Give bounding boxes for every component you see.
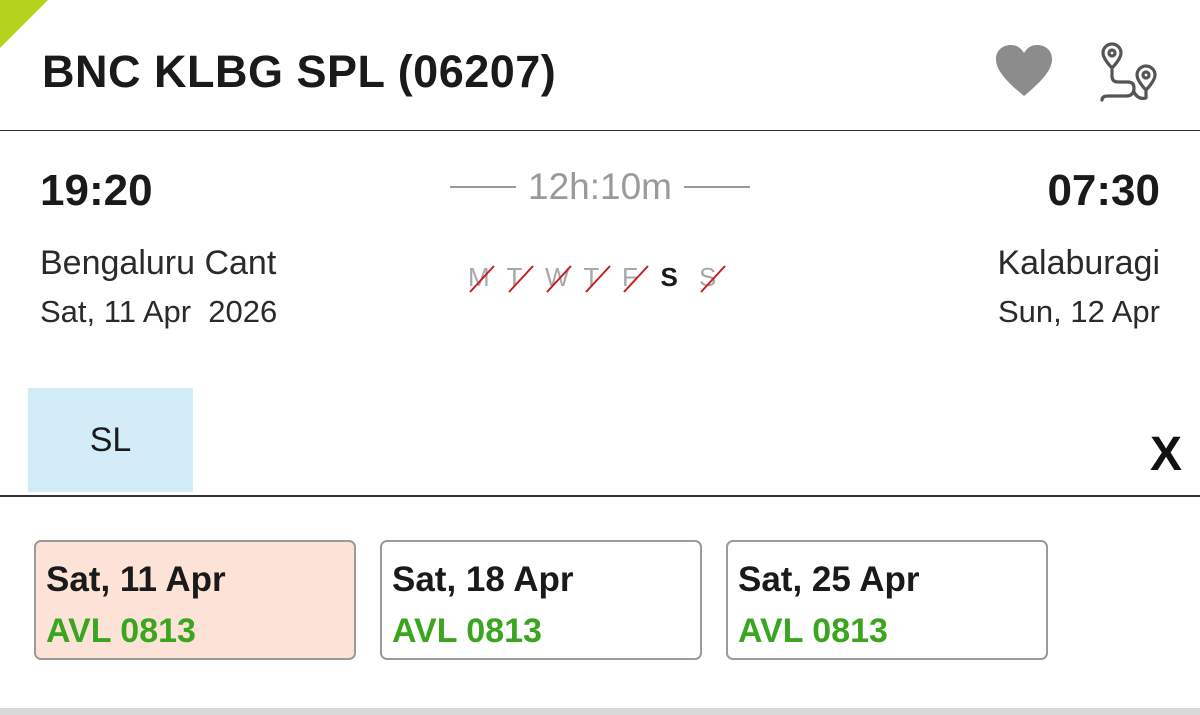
availability-date: Sat, 18 Apr: [392, 560, 574, 599]
availability-status: AVL 0813: [46, 612, 196, 650]
class-tab-sl[interactable]: SL: [28, 388, 193, 492]
departure-time: 19:20: [40, 166, 153, 215]
run-day-5: S: [661, 262, 700, 293]
strike-icon: [584, 265, 611, 293]
availability-status: AVL 0813: [738, 612, 888, 650]
run-day-0: M: [468, 262, 507, 293]
duration-text: 12h:10m: [528, 166, 672, 207]
strike-icon: [700, 265, 726, 293]
strike-icon: [623, 265, 649, 293]
run-day-4: F: [622, 262, 661, 293]
card-header: BNC KLBG SPL (06207): [0, 0, 1200, 131]
run-day-2: W: [545, 262, 584, 293]
run-day-3: T: [584, 262, 623, 293]
journey-duration: 12h:10m: [450, 166, 750, 208]
availability-card[interactable]: Sat, 11 Apr AVL 0813: [34, 540, 356, 660]
train-title: BNC KLBG SPL (06207): [42, 46, 557, 97]
divider: [0, 495, 1200, 497]
availability-date: Sat, 11 Apr: [46, 560, 226, 599]
run-day-6: S: [699, 262, 738, 293]
departure-station: Bengaluru Cant: [40, 244, 277, 282]
arrival-date: Sun, 12 Apr: [997, 294, 1160, 329]
run-day-1: T: [507, 262, 546, 293]
duration-line-right: [684, 186, 750, 188]
availability-card[interactable]: Sat, 25 Apr AVL 0813: [726, 540, 1048, 660]
arrival-station: Kalaburagi: [997, 244, 1160, 282]
departure-date: Sat, 11 Apr 2026: [40, 294, 278, 329]
availability-status: AVL 0813: [392, 612, 542, 650]
availability-card[interactable]: Sat, 18 Apr AVL 0813: [380, 540, 702, 660]
strike-icon: [469, 265, 495, 293]
close-icon[interactable]: X: [1150, 430, 1190, 480]
arrival-time: 07:30: [1047, 166, 1160, 215]
duration-line-left: [450, 186, 516, 188]
train-card: BNC KLBG SPL (06207) 19:20 Bengaluru Can…: [0, 0, 1200, 708]
route-map-icon[interactable]: [1098, 40, 1162, 104]
availability-date: Sat, 25 Apr: [738, 560, 920, 599]
strike-icon: [507, 265, 534, 293]
run-day-label: S: [660, 262, 678, 292]
run-days: MTWTFSS: [468, 262, 738, 293]
strike-icon: [546, 265, 572, 293]
heart-icon[interactable]: [994, 44, 1054, 100]
